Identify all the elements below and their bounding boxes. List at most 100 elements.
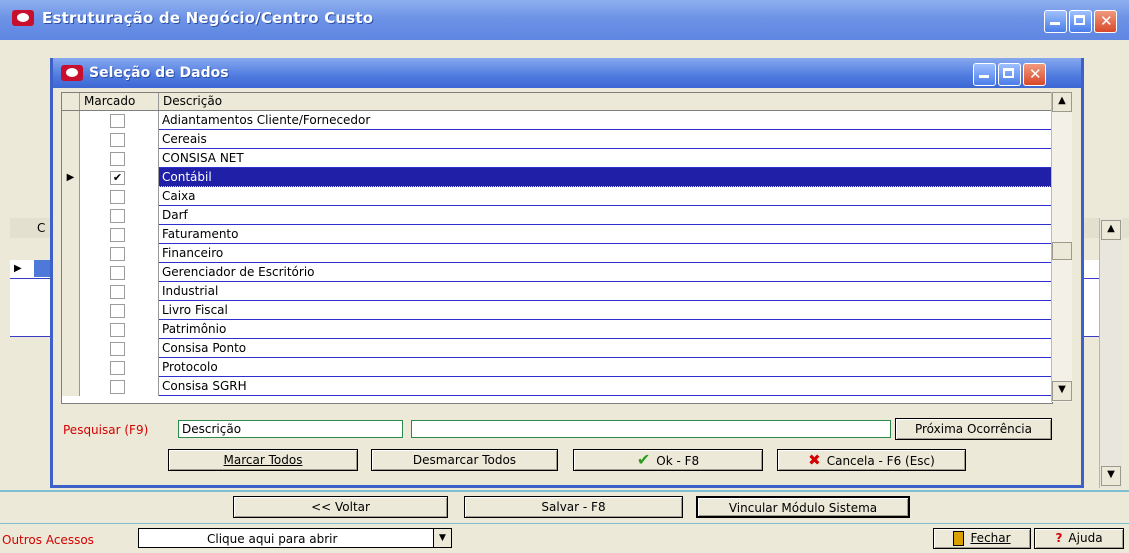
grid-cell-descricao[interactable]: Protocolo (159, 358, 1052, 377)
other-access-combo[interactable]: Clique aqui para abrir ▼ (138, 528, 452, 548)
link-module-button[interactable]: Vincular Módulo Sistema (696, 496, 910, 518)
checkbox[interactable] (110, 380, 125, 394)
uncheck-all-button[interactable]: Desmarcar Todos (371, 449, 558, 471)
checkbox[interactable] (110, 304, 125, 318)
grid-row[interactable]: Adiantamentos Cliente/Fornecedor (62, 111, 1052, 130)
row-indicator[interactable] (62, 263, 80, 282)
search-field-select[interactable]: Descrição (178, 420, 403, 438)
cancel-button[interactable]: ✖ Cancela - F6 (Esc) (777, 449, 966, 471)
grid-row[interactable]: Consisa Ponto (62, 339, 1052, 358)
row-indicator[interactable] (62, 149, 80, 168)
row-indicator[interactable] (62, 187, 80, 206)
ok-label: Ok - F8 (656, 454, 700, 468)
save-button[interactable]: Salvar - F8 (464, 496, 683, 518)
grid-scroll-thumb[interactable] (1052, 242, 1072, 260)
ok-button[interactable]: ✔ Ok - F8 (573, 449, 763, 471)
checkbox[interactable] (110, 152, 125, 166)
search-text-input[interactable] (411, 420, 891, 438)
grid-cell-descricao[interactable]: Contábil (159, 168, 1052, 187)
checkbox[interactable] (110, 342, 125, 356)
combo-dropdown-icon[interactable]: ▼ (433, 529, 451, 547)
maximize-button[interactable] (1069, 10, 1092, 33)
back-button[interactable]: << Voltar (233, 496, 448, 518)
grid-scroll-up-icon[interactable]: ▲ (1052, 92, 1072, 112)
column-header-descricao[interactable]: Descrição (159, 93, 1052, 110)
grid-cell-descricao[interactable]: Faturamento (159, 225, 1052, 244)
grid-row[interactable]: Darf (62, 206, 1052, 225)
grid-cell-descricao[interactable]: Consisa SGRH (159, 377, 1052, 396)
row-indicator[interactable] (62, 130, 80, 149)
row-indicator[interactable] (62, 225, 80, 244)
checkbox[interactable] (110, 323, 125, 337)
grid-row[interactable]: Industrial (62, 282, 1052, 301)
checkbox[interactable] (110, 190, 125, 204)
grid-row[interactable]: Protocolo (62, 358, 1052, 377)
row-indicator[interactable] (62, 339, 80, 358)
grid-cell-descricao[interactable]: Adiantamentos Cliente/Fornecedor (159, 111, 1052, 130)
row-pointer-icon[interactable]: ▶ (62, 168, 80, 187)
help-button[interactable]: ? Ajuda (1034, 528, 1124, 549)
close-button[interactable]: ✕ (1094, 10, 1117, 33)
row-indicator[interactable] (62, 377, 80, 396)
checkbox[interactable] (110, 247, 125, 261)
row-indicator[interactable] (62, 244, 80, 263)
selection-dialog: Seleção de Dados ✕ Marcado Descrição Adi… (50, 58, 1084, 488)
checkbox[interactable] (110, 266, 125, 280)
row-pointer-icon: ▶ (14, 263, 22, 274)
checkbox[interactable] (110, 285, 125, 299)
main-titlebar[interactable]: Estruturação de Negócio/Centro Custo ✕ (0, 0, 1129, 40)
column-header-marcado[interactable]: Marcado (80, 93, 159, 110)
checked-checkbox[interactable]: ✔ (110, 171, 125, 185)
close-window-button[interactable]: Fechar (933, 528, 1031, 549)
dialog-minimize-button[interactable] (973, 63, 996, 86)
row-indicator[interactable] (62, 358, 80, 377)
grid-row[interactable]: ▶ ✔ Contábil (62, 168, 1052, 187)
grid-row[interactable]: Faturamento (62, 225, 1052, 244)
grid-row[interactable]: Caixa (62, 187, 1052, 206)
dialog-close-button[interactable]: ✕ (1023, 63, 1046, 86)
grid-vertical-scrollbar[interactable]: ▲ ▼ (1051, 92, 1072, 402)
grid-row[interactable]: CONSISA NET (62, 149, 1052, 168)
grid-row[interactable]: Patrimônio (62, 320, 1052, 339)
grid-cell-descricao[interactable]: Financeiro (159, 244, 1052, 263)
dialog-titlebar[interactable]: Seleção de Dados ✕ (53, 58, 1081, 88)
checkbox[interactable] (110, 228, 125, 242)
close-window-label: Fechar (970, 531, 1011, 545)
scroll-up-icon[interactable]: ▲ (1101, 220, 1121, 240)
grid-row[interactable]: Cereais (62, 130, 1052, 149)
selection-grid: Marcado Descrição Adiantamentos Cliente/… (61, 92, 1053, 404)
checkbox[interactable] (110, 361, 125, 375)
grid-cell-descricao[interactable]: Patrimônio (159, 320, 1052, 339)
search-label: Pesquisar (F9) (63, 423, 149, 437)
grid-row[interactable]: Consisa SGRH (62, 377, 1052, 396)
checkbox[interactable] (110, 133, 125, 147)
checkbox[interactable] (110, 114, 125, 128)
grid-cell-descricao[interactable]: CONSISA NET (159, 149, 1052, 168)
grid-cell-descricao[interactable]: Gerenciador de Escritório (159, 263, 1052, 282)
grid-cell-marcado (80, 206, 159, 225)
grid-cell-descricao[interactable]: Caixa (159, 187, 1052, 206)
grid-cell-descricao[interactable]: Darf (159, 206, 1052, 225)
scroll-down-icon[interactable]: ▼ (1101, 466, 1121, 486)
grid-cell-descricao[interactable]: Livro Fiscal (159, 301, 1052, 320)
minimize-button[interactable] (1044, 10, 1067, 33)
grid-cell-descricao[interactable]: Industrial (159, 282, 1052, 301)
grid-row[interactable]: Gerenciador de Escritório (62, 263, 1052, 282)
grid-row[interactable]: Financeiro (62, 244, 1052, 263)
row-indicator[interactable] (62, 301, 80, 320)
background-vertical-scrollbar[interactable]: ▲ ▼ (1099, 218, 1122, 488)
row-indicator[interactable] (62, 320, 80, 339)
grid-cell-descricao[interactable]: Cereais (159, 130, 1052, 149)
cancel-label: Cancela - F6 (Esc) (826, 454, 935, 468)
grid-scroll-down-icon[interactable]: ▼ (1052, 381, 1072, 401)
grid-cell-marcado (80, 320, 159, 339)
row-indicator[interactable] (62, 282, 80, 301)
check-all-button[interactable]: Marcar Todos (168, 449, 358, 471)
grid-cell-descricao[interactable]: Consisa Ponto (159, 339, 1052, 358)
row-indicator[interactable] (62, 206, 80, 225)
grid-row[interactable]: Livro Fiscal (62, 301, 1052, 320)
checkbox[interactable] (110, 209, 125, 223)
row-indicator[interactable] (62, 111, 80, 130)
next-occurrence-button[interactable]: Próxima Ocorrência (895, 418, 1052, 440)
dialog-maximize-button[interactable] (998, 63, 1021, 86)
